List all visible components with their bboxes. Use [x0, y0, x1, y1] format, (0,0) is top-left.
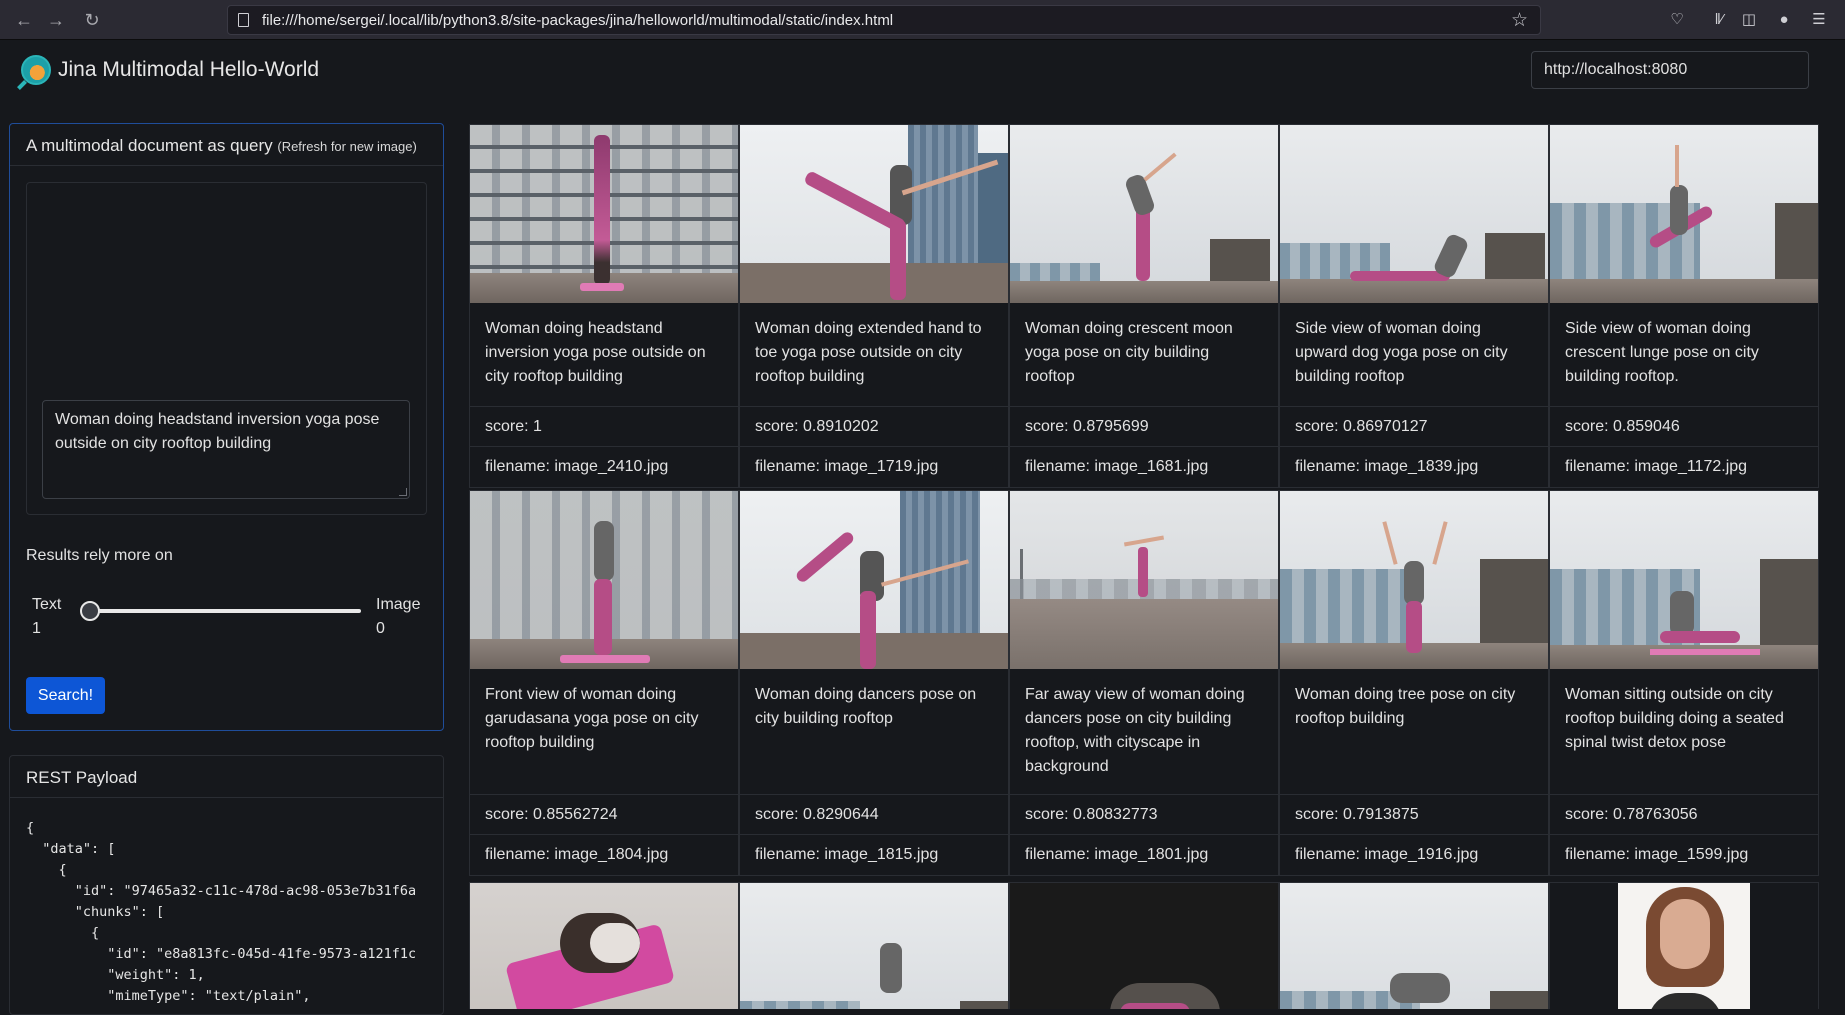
result-caption: Far away view of woman doing dancers pos…: [1010, 669, 1278, 795]
hamburger-menu-icon[interactable]: ☰: [1808, 9, 1830, 31]
result-filename: filename: image_1599.jpg: [1565, 846, 1749, 863]
result-caption: Side view of woman doing crescent lunge …: [1550, 303, 1818, 407]
result-score: score: 0.86970127: [1280, 407, 1548, 447]
result-image[interactable]: [1010, 883, 1278, 1009]
result-caption: Woman doing crescent moon yoga pose on c…: [1010, 303, 1278, 407]
result-caption: Woman doing tree pose on city rooftop bu…: [1280, 669, 1548, 795]
result-image[interactable]: [1010, 125, 1278, 303]
browser-toolbar: ← → ↻ file:///home/sergei/.local/lib/pyt…: [0, 0, 1845, 40]
result-filename: filename: image_1815.jpg: [755, 846, 939, 863]
result-filename: filename: image_1839.jpg: [1295, 458, 1479, 475]
result-image[interactable]: [1010, 491, 1278, 669]
pocket-icon[interactable]: ♡: [1666, 9, 1688, 31]
rest-payload-title: REST Payload: [10, 756, 443, 798]
address-url: file:///home/sergei/.local/lib/python3.8…: [262, 12, 894, 29]
page-icon: [238, 13, 249, 27]
app-title: Jina Multimodal Hello-World: [58, 58, 320, 81]
app-header: Jina Multimodal Hello-World http://local…: [0, 40, 1845, 110]
result-image[interactable]: [1550, 125, 1818, 303]
address-bar[interactable]: file:///home/sergei/.local/lib/python3.8…: [227, 5, 1541, 35]
result-filename: filename: image_1916.jpg: [1295, 846, 1479, 863]
slider-thumb[interactable]: [80, 601, 100, 621]
result-card[interactable]: Woman doing crescent moon yoga pose on c…: [1009, 124, 1279, 488]
result-image[interactable]: [1280, 883, 1548, 1009]
result-filename: filename: image_1719.jpg: [755, 458, 939, 475]
library-icon[interactable]: ‖⁄: [1708, 9, 1730, 31]
result-filename: filename: image_1801.jpg: [1025, 846, 1209, 863]
result-image[interactable]: [740, 491, 1008, 669]
result-image[interactable]: [1280, 491, 1548, 669]
result-score: score: 0.80832773: [1010, 795, 1278, 835]
result-image[interactable]: [740, 883, 1008, 1009]
result-card[interactable]: Side view of woman doing crescent lunge …: [1549, 124, 1819, 488]
result-card[interactable]: Far away view of woman doing dancers pos…: [1009, 490, 1279, 876]
result-score: score: 0.7913875: [1280, 795, 1548, 835]
result-filename: filename: image_1172.jpg: [1565, 458, 1748, 475]
result-image[interactable]: [1550, 491, 1818, 669]
result-card[interactable]: [1009, 882, 1279, 1009]
result-filename: filename: image_1681.jpg: [1025, 458, 1209, 475]
result-caption: Woman sitting outside on city rooftop bu…: [1550, 669, 1818, 795]
result-score: score: 1: [470, 407, 738, 447]
result-score: score: 0.8910202: [740, 407, 1008, 447]
result-image[interactable]: [1550, 883, 1818, 1009]
query-panel-note: (Refresh for new image): [277, 139, 417, 154]
result-caption: Front view of woman doing garudasana yog…: [470, 669, 738, 795]
modality-weight-slider[interactable]: [82, 609, 361, 613]
search-button[interactable]: Search!: [26, 677, 105, 714]
result-image[interactable]: [1280, 125, 1548, 303]
result-card[interactable]: Front view of woman doing garudasana yog…: [469, 490, 739, 876]
bookmark-star-icon[interactable]: ☆: [1511, 9, 1528, 32]
endpoint-input[interactable]: http://localhost:8080: [1531, 51, 1809, 89]
account-mask-icon[interactable]: ●: [1773, 9, 1795, 31]
text-label: Text: [32, 596, 62, 613]
result-image[interactable]: [740, 125, 1008, 303]
textarea-resize-handle[interactable]: [399, 488, 407, 496]
result-filename: filename: image_1804.jpg: [485, 846, 669, 863]
result-score: score: 0.78763056: [1550, 795, 1818, 835]
result-filename: filename: image_2410.jpg: [485, 458, 669, 475]
forward-arrow-icon[interactable]: →: [44, 8, 68, 32]
result-card[interactable]: [739, 882, 1009, 1009]
sidebar-icon[interactable]: ◫: [1738, 9, 1760, 31]
result-card[interactable]: Woman doing tree pose on city rooftop bu…: [1279, 490, 1549, 876]
jina-logo-icon: [21, 55, 51, 85]
result-score: score: 0.859046: [1550, 407, 1818, 447]
result-caption: Side view of woman doing upward dog yoga…: [1280, 303, 1548, 407]
result-caption: Woman doing extended hand to toe yoga po…: [740, 303, 1008, 407]
result-image[interactable]: [470, 125, 738, 303]
query-text-area[interactable]: Woman doing headstand inversion yoga pos…: [42, 400, 410, 499]
image-label: Image: [376, 596, 421, 613]
result-caption: Woman doing dancers pose on city buildin…: [740, 669, 1008, 795]
result-score: score: 0.8290644: [740, 795, 1008, 835]
rely-label: Results rely more on: [26, 547, 173, 564]
slider-image-label: Image 0: [376, 593, 420, 641]
result-card[interactable]: [469, 882, 739, 1009]
query-document-box: Woman doing headstand inversion yoga pos…: [26, 182, 427, 515]
result-card[interactable]: Woman doing dancers pose on city buildin…: [739, 490, 1009, 876]
result-card[interactable]: Woman doing headstand inversion yoga pos…: [469, 124, 739, 488]
result-card[interactable]: Side view of woman doing upward dog yoga…: [1279, 124, 1549, 488]
query-panel-title: A multimodal document as query: [26, 136, 273, 155]
result-card[interactable]: [1279, 882, 1549, 1009]
result-score: score: 0.85562724: [470, 795, 738, 835]
reload-icon[interactable]: ↻: [80, 8, 104, 32]
slider-text-label: Text 1: [32, 593, 61, 641]
query-panel: A multimodal document as query (Refresh …: [9, 123, 444, 731]
back-arrow-icon[interactable]: ←: [12, 8, 36, 32]
image-weight-value: 0: [376, 620, 385, 637]
rest-payload-json: { "data": [ { "id": "97465a32-c11c-478d-…: [26, 820, 417, 1004]
result-image[interactable]: [470, 491, 738, 669]
rest-payload-panel: REST Payload { "data": [ { "id": "97465a…: [9, 755, 444, 1015]
result-card[interactable]: Woman sitting outside on city rooftop bu…: [1549, 490, 1819, 876]
query-panel-header: A multimodal document as query (Refresh …: [10, 124, 443, 166]
text-weight-value: 1: [32, 620, 41, 637]
result-caption: Woman doing headstand inversion yoga pos…: [470, 303, 738, 407]
result-image[interactable]: [470, 883, 738, 1009]
results-grid: Woman doing headstand inversion yoga pos…: [469, 124, 1821, 1009]
query-text-value: Woman doing headstand inversion yoga pos…: [55, 411, 380, 452]
result-card[interactable]: Woman doing extended hand to toe yoga po…: [739, 124, 1009, 488]
result-card[interactable]: [1549, 882, 1819, 1009]
result-score: score: 0.8795699: [1010, 407, 1278, 447]
